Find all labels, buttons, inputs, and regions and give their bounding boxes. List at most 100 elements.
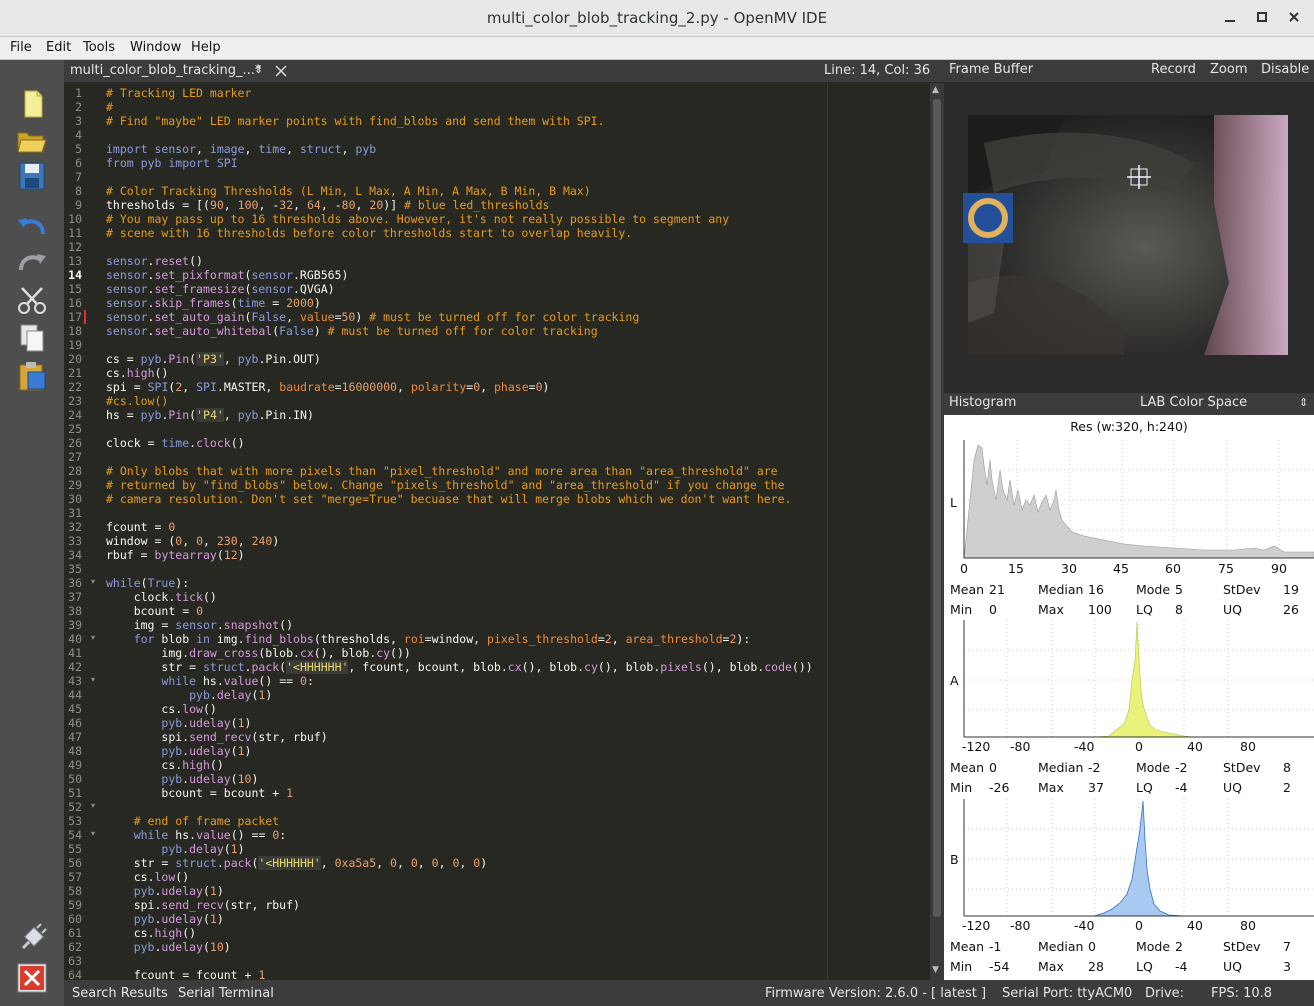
drive-label[interactable]: Drive:: [1145, 986, 1184, 1001]
stat-value: 5: [1175, 582, 1183, 597]
copy-icon[interactable]: [15, 322, 49, 354]
left-toolbar: [0, 60, 64, 1006]
line-number: 44: [68, 688, 82, 702]
stat-value: 19: [1283, 582, 1299, 597]
stat-label: StDev: [1223, 582, 1261, 597]
stat-label: UQ: [1223, 780, 1242, 795]
modified-line-marker: [84, 310, 86, 324]
fold-arrow-icon[interactable]: ▾: [91, 801, 95, 810]
line-number: 31: [68, 506, 82, 520]
open-file-icon[interactable]: [15, 124, 49, 156]
code-line: sensor.set_auto_gain(False, value=50) # …: [106, 310, 640, 324]
select-arrows-icon[interactable]: ⇕: [1299, 396, 1308, 409]
line-number: 19: [68, 338, 82, 352]
fold-arrow-icon[interactable]: ▾: [91, 675, 95, 684]
code-line: spi.send_recv(str, rbuf): [133, 898, 300, 912]
scroll-down-icon[interactable]: ▼: [932, 965, 939, 975]
line-number: 8: [75, 184, 82, 198]
save-icon[interactable]: [15, 160, 49, 192]
search-results-tab[interactable]: Search Results: [72, 986, 168, 1001]
frame-buffer-header: Frame Buffer Record Zoom Disable: [944, 60, 1314, 82]
resolution-label: Res (w:320, h:240): [1070, 419, 1188, 434]
code-line: pyb.udelay(10): [161, 772, 259, 786]
close-tab-icon[interactable]: [274, 62, 288, 82]
line-number: 48: [68, 744, 82, 758]
serial-port[interactable]: Serial Port: ttyACM0: [1002, 986, 1132, 1001]
a-tick-80: 80: [1240, 739, 1256, 754]
stat-value: 0: [989, 760, 997, 775]
redo-icon[interactable]: [15, 246, 49, 278]
line-number: 61: [68, 926, 82, 940]
fold-arrow-icon[interactable]: ▾: [91, 577, 95, 586]
stat-label: Min: [950, 959, 973, 974]
code-line: while(True):: [106, 576, 190, 590]
stat-value: 16: [1088, 582, 1104, 597]
stat-label: Mode: [1136, 939, 1171, 954]
frame-buffer-view[interactable]: [944, 83, 1314, 393]
line-number: 40: [68, 632, 82, 646]
line-number: 63: [68, 954, 82, 968]
fold-arrow-icon[interactable]: ▾: [91, 829, 95, 838]
stat-label: Mode: [1136, 760, 1171, 775]
code-line: thresholds = [(90, 100, -32, 64, -80, 20…: [106, 198, 550, 212]
crosshair-marker: [1127, 165, 1151, 189]
zoom-button[interactable]: Zoom: [1210, 62, 1247, 77]
line-number: 43: [68, 674, 82, 688]
new-file-icon[interactable]: [15, 88, 49, 120]
stat-label: Min: [950, 780, 973, 795]
menu-file[interactable]: File: [10, 40, 32, 55]
code-line: spi.send_recv(str, rbuf): [161, 730, 328, 744]
line-number: 23: [68, 394, 82, 408]
histogram-area: Res (w:320, h:240) L 0 15 30 45 60 75 90…: [944, 415, 1314, 980]
histogram-a-chart: [963, 620, 1314, 738]
code-line: sensor.skip_frames(time = 2000): [106, 296, 321, 310]
line-number: 1: [75, 86, 82, 100]
code-line: str = struct.pack('<HHHHHH', 0xa5a5, 0, …: [133, 856, 488, 870]
record-button[interactable]: Record: [1151, 62, 1196, 77]
paste-icon[interactable]: [15, 360, 49, 392]
disconnect-icon[interactable]: [15, 962, 49, 994]
stat-label: StDev: [1223, 939, 1261, 954]
code-line: pyb.udelay(1): [161, 744, 252, 758]
code-line: sensor.set_auto_whitebal(False) # must b…: [106, 324, 598, 338]
stat-value: -4: [1175, 959, 1188, 974]
color-space-select[interactable]: LAB Color Space: [1140, 395, 1247, 410]
code-line: fcount = 0: [106, 520, 176, 534]
menu-edit[interactable]: Edit: [46, 40, 71, 55]
menu-window[interactable]: Window: [130, 40, 181, 55]
stat-label: Max: [1038, 602, 1064, 617]
disable-button[interactable]: Disable: [1261, 62, 1309, 77]
line-number: 4: [75, 128, 82, 142]
scroll-thumb[interactable]: [933, 99, 941, 917]
connect-icon[interactable]: [15, 922, 49, 954]
l-tick-15: 15: [1008, 561, 1024, 576]
menu-tools[interactable]: Tools: [83, 40, 115, 55]
scroll-up-icon[interactable]: ▲: [932, 85, 939, 95]
menu-help[interactable]: Help: [191, 40, 221, 55]
code-line: cs = pyb.Pin('P3', pyb.Pin.OUT): [106, 352, 321, 366]
camera-frame: [963, 115, 1288, 355]
editor-scrollbar[interactable]: ▲ ▼: [930, 83, 944, 980]
firmware-version[interactable]: Firmware Version: 2.6.0 - [ latest ]: [765, 986, 986, 1001]
code-line: clock.tick(): [133, 590, 217, 604]
code-line: pyb.udelay(1): [133, 912, 224, 926]
editor-tab[interactable]: multi_color_blob_tracking_...*: [70, 63, 261, 78]
line-number: 17: [68, 310, 82, 324]
undo-icon[interactable]: [15, 210, 49, 242]
cut-icon[interactable]: [15, 284, 49, 316]
code-editor[interactable]: # Tracking LED marker # # Find "maybe" LED…: [102, 83, 930, 980]
stat-label: Mean: [950, 760, 985, 775]
axis-label-l: L: [950, 495, 957, 510]
code-line: sensor.reset(): [106, 254, 203, 268]
close-icon[interactable]: [1286, 9, 1302, 25]
minimize-icon[interactable]: [1222, 9, 1238, 25]
fold-arrow-icon[interactable]: ▾: [91, 633, 95, 642]
tab-switch-icon[interactable]: ⇕: [254, 63, 263, 76]
line-number: 24: [68, 408, 82, 422]
stat-value: 2: [1175, 939, 1183, 954]
line-number: 58: [68, 884, 82, 898]
maximize-icon[interactable]: [1254, 9, 1270, 25]
serial-terminal-tab[interactable]: Serial Terminal: [178, 986, 274, 1001]
line-number: 55: [68, 842, 82, 856]
b-tick-40: 40: [1187, 918, 1203, 933]
